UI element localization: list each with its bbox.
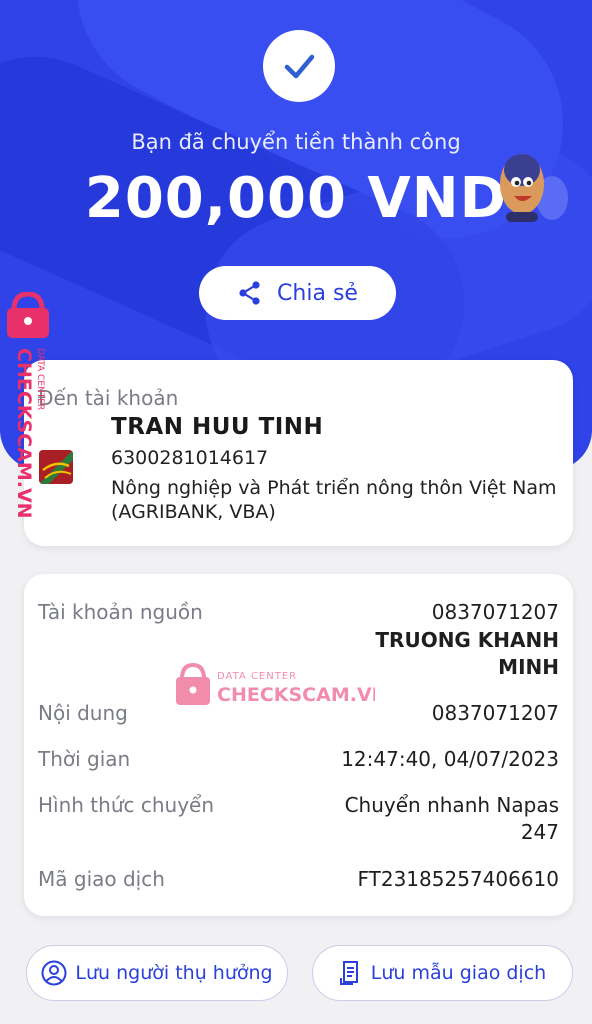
success-check-icon	[263, 30, 335, 102]
source-account-label: Tài khoản nguồn	[38, 600, 203, 624]
content-label: Nội dung	[38, 701, 128, 725]
share-label: Chia sẻ	[277, 280, 358, 306]
source-account-number: 0837071207	[431, 600, 559, 624]
save-beneficiary-label: Lưu người thụ hưởng	[75, 962, 273, 984]
side-watermark-big: CHECKSCAM.VN	[13, 348, 35, 519]
center-watermark: DATA CENTER CHECKSCAM.VN	[176, 663, 375, 706]
side-watermark-small: DATA CENTER	[35, 348, 45, 410]
center-watermark-small: DATA CENTER	[217, 671, 297, 682]
save-template-label: Lưu mẫu giao dịch	[370, 962, 547, 984]
source-account-name-line1: TRUONG KHANH	[375, 628, 559, 652]
time-label: Thời gian	[38, 747, 131, 771]
recipient-bank-name: Nông nghiệp và Phát triển nông thôn Việt…	[111, 477, 557, 523]
transaction-details-card: Tài khoản nguồn 0837071207 TRUONG KHANH …	[24, 574, 573, 916]
document-icon	[339, 961, 358, 985]
recipient-card: Đến tài khoản TRAN HUU TINH 630028101461…	[24, 360, 573, 546]
content-value: 0837071207	[431, 701, 559, 725]
share-icon	[239, 281, 260, 305]
recipient-account-number: 6300281014617	[111, 447, 269, 469]
user-icon	[41, 960, 67, 986]
source-account-name-line2: MINH	[498, 655, 559, 679]
share-button[interactable]: Chia sẻ	[199, 266, 396, 320]
recipient-name: TRAN HUU TINH	[111, 414, 324, 440]
transaction-id-value: FT23185257406610	[357, 867, 559, 891]
bee-mascot-icon	[500, 154, 568, 222]
center-watermark-big: CHECKSCAM.VN	[217, 684, 375, 706]
side-watermark: CHECKSCAM.VN DATA CENTER	[7, 292, 49, 519]
save-template-button[interactable]: Lưu mẫu giao dịch	[312, 945, 573, 1001]
transfer-method-value-line2: 247	[520, 820, 559, 844]
transfer-method-value-line1: Chuyển nhanh Napas	[344, 793, 559, 817]
time-value: 12:47:40, 04/07/2023	[341, 747, 559, 771]
transaction-id-label: Mã giao dịch	[38, 867, 165, 891]
save-beneficiary-button[interactable]: Lưu người thụ hưởng	[26, 945, 288, 1001]
transfer-method-label: Hình thức chuyển	[38, 793, 215, 817]
